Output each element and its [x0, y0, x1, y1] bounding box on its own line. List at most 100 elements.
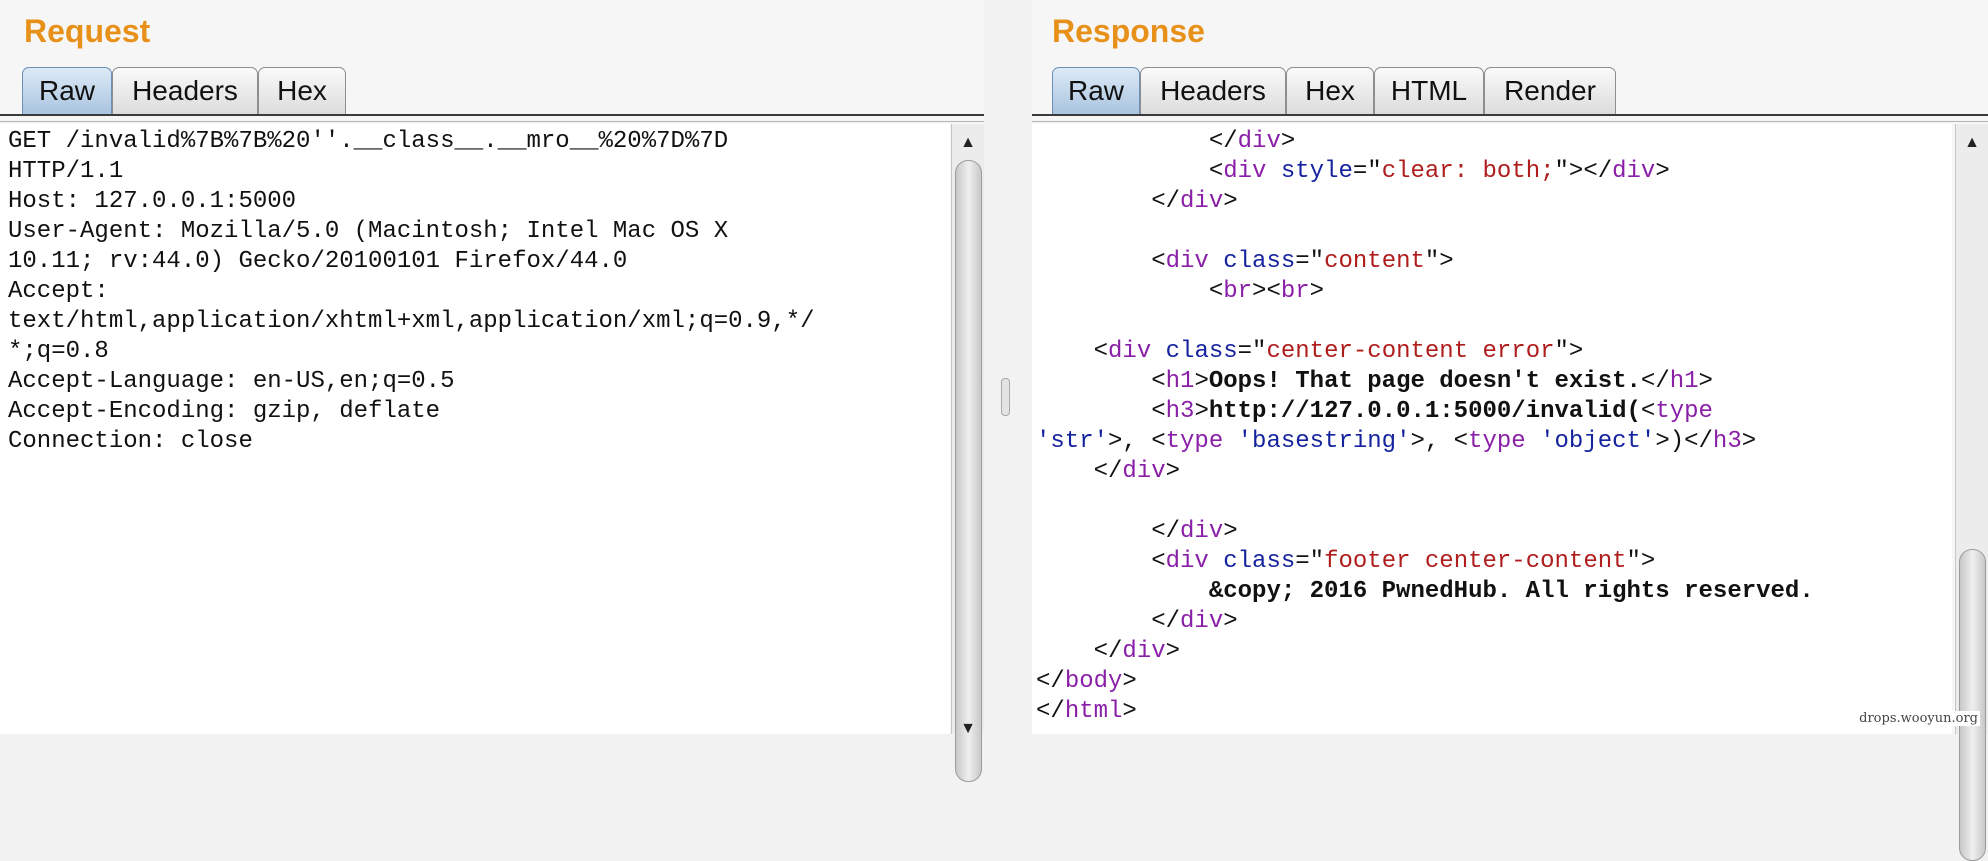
- code-token: div: [1612, 158, 1656, 185]
- code-token: >: [1223, 608, 1238, 635]
- triangle-up-icon[interactable]: ▲: [1956, 128, 1988, 158]
- code-line: <div class="content">: [1036, 247, 1952, 277]
- code-token: div: [1108, 338, 1152, 365]
- code-line: 10.11; rv:44.0) Gecko/20100101 Firefox/4…: [8, 247, 950, 277]
- code-token: =": [1295, 548, 1325, 575]
- code-token: </: [1640, 368, 1670, 395]
- code-token: </: [1151, 608, 1181, 635]
- request-panel: Request Raw Headers Hex GET /invalid%7B%…: [0, 0, 984, 782]
- code-token: 10.11; rv:44.0) Gecko/20100101 Firefox/4…: [8, 248, 628, 275]
- code-token: </: [1093, 638, 1123, 665]
- panel-splitter[interactable]: [984, 0, 1032, 734]
- code-token: h3: [1165, 398, 1195, 425]
- code-token: br: [1280, 278, 1310, 305]
- request-editor[interactable]: GET /invalid%7B%7B%20''.__class__.__mro_…: [0, 124, 950, 734]
- code-token: http://127.0.0.1:5000/invalid(: [1208, 398, 1641, 425]
- code-token: text/html,application/xhtml+xml,applicat…: [8, 308, 815, 335]
- code-token: Host: 127.0.0.1:5000: [8, 188, 297, 215]
- code-line: Host: 127.0.0.1:5000: [8, 187, 950, 217]
- code-line: </div>: [1036, 457, 1952, 487]
- request-tab-raw[interactable]: Raw: [22, 67, 112, 114]
- code-token: =": [1237, 338, 1267, 365]
- code-token: div: [1180, 188, 1224, 215]
- request-tab-headers[interactable]: Headers: [112, 67, 258, 114]
- code-token: <: [1093, 338, 1109, 365]
- response-scrollbar[interactable]: ▲: [1955, 124, 1988, 861]
- code-token: type: [1165, 428, 1224, 455]
- response-tab-html[interactable]: HTML: [1374, 67, 1484, 114]
- code-token: >)</: [1655, 428, 1713, 455]
- code-token: >: [1194, 368, 1209, 395]
- code-token: div: [1165, 248, 1209, 275]
- code-line: Connection: close: [8, 427, 950, 457]
- code-token: type: [1655, 398, 1713, 425]
- code-line: GET /invalid%7B%7B%20''.__class__.__mro_…: [8, 127, 950, 157]
- code-line: Accept-Encoding: gzip, deflate: [8, 397, 950, 427]
- code-token: Oops! That page doesn't exist.: [1208, 368, 1641, 395]
- code-line: *;q=0.8: [8, 337, 950, 367]
- code-token: 'basestring': [1237, 428, 1411, 455]
- response-tab-headers[interactable]: Headers: [1140, 67, 1286, 114]
- code-token: User-Agent: Mozilla/5.0 (Macintosh; Inte…: [8, 218, 729, 245]
- code-token: >: [1194, 398, 1209, 425]
- code-token: body: [1064, 668, 1123, 695]
- code-token: div: [1122, 638, 1166, 665]
- code-token: >, <: [1410, 428, 1469, 455]
- code-token: &copy; 2016 PwnedHub. All rights reserve…: [1208, 578, 1814, 605]
- code-token: class: [1223, 548, 1296, 575]
- request-tab-divider-light: [0, 121, 984, 122]
- code-token: *;q=0.8: [8, 338, 109, 365]
- request-tab-hex[interactable]: Hex: [258, 67, 346, 114]
- response-tab-hex[interactable]: Hex: [1286, 67, 1374, 114]
- code-token: >: [1741, 428, 1757, 455]
- request-raw-text[interactable]: GET /invalid%7B%7B%20''.__class__.__mro_…: [0, 124, 950, 457]
- response-panel: Response Raw Headers Hex HTML Render </d…: [1032, 0, 1988, 861]
- response-tab-render[interactable]: Render: [1484, 67, 1616, 114]
- code-token: </: [1151, 188, 1181, 215]
- code-token: h3: [1712, 428, 1742, 455]
- code-token: >: [1165, 638, 1181, 665]
- code-token: >: [1223, 188, 1238, 215]
- code-token: ">: [1626, 548, 1656, 575]
- response-raw-text[interactable]: </div> <div style="clear: both;"></div> …: [1032, 124, 1952, 727]
- code-line: &copy; 2016 PwnedHub. All rights reserve…: [1036, 577, 1952, 607]
- code-token: GET /invalid%7B%7B%20''.__class__.__mro_…: [8, 128, 729, 155]
- code-line: <div class="center-content error">: [1036, 337, 1952, 367]
- code-token: <: [1208, 158, 1224, 185]
- request-scroll-thumb[interactable]: [955, 160, 982, 782]
- code-token: div: [1223, 158, 1267, 185]
- request-scrollbar[interactable]: ▲ ▼: [951, 124, 984, 782]
- triangle-up-icon[interactable]: ▲: [952, 128, 984, 158]
- code-token: Accept-Language: en-US,en;q=0.5: [8, 368, 455, 395]
- code-line: HTTP/1.1: [8, 157, 950, 187]
- splitter-grip[interactable]: [1001, 378, 1010, 416]
- triangle-down-icon[interactable]: ▼: [952, 714, 984, 744]
- code-token: br: [1223, 278, 1253, 305]
- code-token: >: [1122, 698, 1137, 725]
- code-line: </body>: [1036, 667, 1952, 697]
- code-token: >: [1122, 668, 1137, 695]
- response-editor[interactable]: </div> <div style="clear: both;"></div> …: [1032, 124, 1952, 734]
- code-line: </html>: [1036, 697, 1952, 727]
- code-token: >: [1223, 518, 1238, 545]
- code-line: Accept:: [8, 277, 950, 307]
- code-token: HTTP/1.1: [8, 158, 124, 185]
- response-tab-divider-light: [1032, 121, 1988, 122]
- request-tab-divider: [0, 114, 984, 116]
- code-line: text/html,application/xhtml+xml,applicat…: [8, 307, 950, 337]
- code-line: <br><br>: [1036, 277, 1952, 307]
- response-tab-raw[interactable]: Raw: [1052, 67, 1140, 114]
- response-scroll-thumb[interactable]: [1959, 549, 1986, 861]
